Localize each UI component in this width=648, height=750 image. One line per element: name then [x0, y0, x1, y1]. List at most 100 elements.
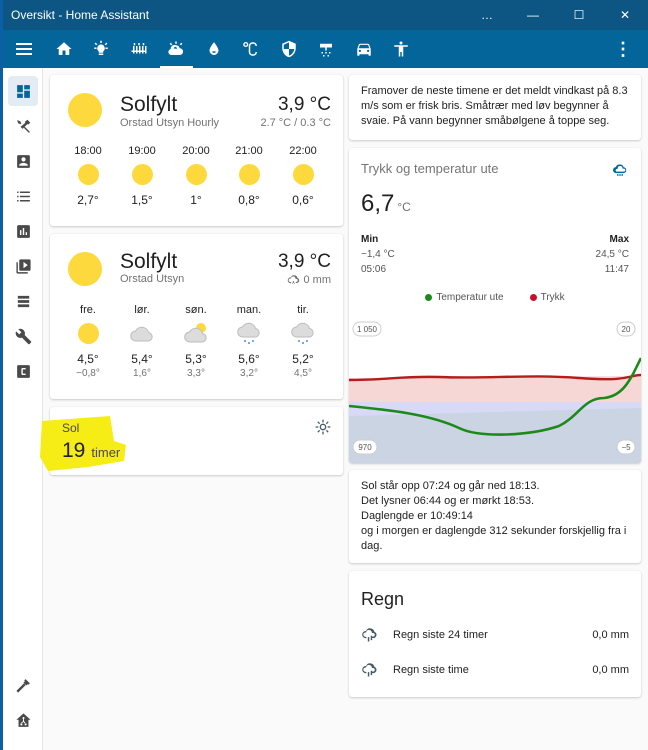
- legend-dot: [425, 294, 433, 301]
- account-box-icon[interactable]: [8, 146, 38, 176]
- minimize-button[interactable]: —: [510, 0, 556, 30]
- menu-icon[interactable]: [3, 30, 45, 68]
- max-value: 24,5 °C: [595, 249, 629, 260]
- axis-left-top: 1 050: [357, 325, 378, 334]
- lightbulb-icon[interactable]: [83, 30, 121, 68]
- calendar-c-icon[interactable]: [8, 356, 38, 386]
- forecast-high: 5,6°: [238, 352, 260, 366]
- media-icon[interactable]: [8, 251, 38, 281]
- legend-label: Trykk: [540, 292, 565, 303]
- tools-icon[interactable]: [8, 111, 38, 141]
- sun-markdown-card: Sol står opp 07:24 og går ned 18:13. Det…: [349, 470, 641, 563]
- entity-value: 19: [62, 439, 86, 462]
- forecast-item: lør. 5,4° 1,6°: [116, 304, 168, 379]
- home-icon[interactable]: [45, 30, 83, 68]
- weather-hourly-card[interactable]: Solfylt Orstad Utsyn Hourly 3,9 °C 2.7 °…: [50, 75, 343, 226]
- sunny-icon: [68, 252, 102, 286]
- card-title: Trykk og temperatur ute: [361, 161, 499, 176]
- sunny-icon: [131, 163, 153, 185]
- wind-markdown-card: Framover de neste timene er det meldt vi…: [349, 75, 641, 140]
- close-button[interactable]: ✕: [602, 0, 648, 30]
- celsius-icon[interactable]: [233, 30, 271, 68]
- pressure-temp-card[interactable]: Trykk og temperatur ute 6,7 °C Min −1,4 …: [349, 148, 641, 463]
- forecast-temp: 1°: [190, 193, 202, 207]
- forecast-time: 19:00: [128, 145, 156, 157]
- legend-item-temperature[interactable]: Temperatur ute: [425, 292, 504, 303]
- forecast-temp: 0,8°: [238, 193, 260, 207]
- weather-entity-name: Orstad Utsyn: [120, 273, 185, 285]
- list-icon[interactable]: [8, 181, 38, 211]
- wind-text: Framover de neste timene er det meldt vi…: [361, 85, 628, 127]
- weather-state: Solfylt: [120, 93, 178, 116]
- min-value: −1,4 °C: [361, 249, 395, 260]
- pressure-temp-graph: 1 050 20 970 −5: [349, 318, 641, 463]
- car-icon[interactable]: [345, 30, 383, 68]
- weather-daily-card[interactable]: Solfylt Orstad Utsyn 3,9 °C 0 mm fre. 4,…: [50, 234, 343, 399]
- weather-precipitation: 0 mm: [287, 274, 331, 286]
- card-title: Regn: [361, 589, 405, 609]
- weather-cloudy-alert-icon: [613, 164, 627, 176]
- human-icon[interactable]: [383, 30, 421, 68]
- axis-left-bottom: 970: [358, 443, 372, 452]
- rain-row-24h[interactable]: Regn siste 24 timer 0,0 mm: [361, 620, 629, 650]
- max-time: 11:47: [604, 264, 629, 275]
- cloudy-icon: [130, 326, 153, 342]
- wrench-icon[interactable]: [8, 321, 38, 351]
- forecast-low: 3,2°: [240, 368, 258, 379]
- weather-icon[interactable]: [158, 30, 196, 68]
- sun-text-line: og i morgen er daglengde 312 sekunder fo…: [361, 525, 627, 552]
- water-drop-icon[interactable]: [195, 30, 233, 68]
- shower-icon[interactable]: [308, 30, 346, 68]
- sidebar: [3, 68, 43, 750]
- weather-entity-name: Orstad Utsyn Hourly: [120, 117, 220, 129]
- sun-hours-card[interactable]: Sol 19 timer: [40, 407, 343, 475]
- forecast-day: tir.: [297, 304, 309, 316]
- sunny-icon: [292, 163, 314, 185]
- axis-right-bottom: −5: [621, 443, 631, 452]
- forecast-high: 5,2°: [292, 352, 314, 366]
- server-icon[interactable]: [8, 286, 38, 316]
- overflow-menu-icon[interactable]: ⋮: [614, 30, 632, 68]
- snowy-icon: [237, 322, 260, 344]
- chart-icon[interactable]: [8, 216, 38, 246]
- forecast-temp: 0,6°: [292, 193, 314, 207]
- chart-legend: Temperatur ute Trykk: [349, 292, 641, 303]
- row-value: 0,0 mm: [592, 664, 629, 676]
- sunny-icon: [185, 163, 207, 185]
- rain-row-1h[interactable]: Regn siste time 0,0 mm: [361, 655, 629, 685]
- weather-temperature: 3,9 °C: [277, 94, 331, 115]
- forecast-temp: 2,7°: [77, 193, 99, 207]
- radiator-icon[interactable]: [120, 30, 158, 68]
- forecast-day: lør.: [134, 304, 150, 316]
- sun-outline-icon: [315, 419, 331, 435]
- forecast-item: 18:00 2,7°: [62, 145, 114, 207]
- forecast-time: 18:00: [74, 145, 102, 157]
- legend-item-pressure[interactable]: Trykk: [529, 292, 565, 303]
- sunny-icon: [77, 322, 99, 344]
- forecast-item: 21:00 0,8°: [223, 145, 275, 207]
- hammer-icon[interactable]: [8, 670, 38, 700]
- sun-text-line: Det lysner 06:44 og er mørkt 18:53.: [361, 495, 535, 507]
- shield-icon[interactable]: [270, 30, 308, 68]
- row-name: Regn siste 24 timer: [393, 629, 488, 641]
- forecast-time: 20:00: [182, 145, 210, 157]
- more-button[interactable]: …: [464, 0, 510, 30]
- forecast-item: tir. 5,2° 4,5°: [277, 304, 329, 379]
- rain-cloud-icon: [362, 663, 377, 677]
- min-block: Min −1,4 °C 05:06: [361, 232, 395, 277]
- forecast-day: man.: [236, 304, 262, 316]
- legend-dot: [529, 294, 537, 301]
- rain-cloud-icon: [362, 628, 377, 642]
- temperature-value: 6,7: [361, 190, 395, 217]
- forecast-day: fre.: [80, 304, 96, 316]
- entity-unit: timer: [91, 445, 121, 460]
- forecast-item: 19:00 1,5°: [116, 145, 168, 207]
- sun-text-line: Sol står opp 07:24 og går ned 18:13.: [361, 480, 540, 492]
- home-assistant-icon[interactable]: [8, 705, 38, 735]
- rain-cloud-icon: [287, 275, 299, 285]
- snowy-icon: [291, 322, 314, 344]
- entity-name: Sol: [62, 421, 80, 435]
- dashboard-icon[interactable]: [8, 76, 38, 106]
- partly-cloudy-icon: [184, 323, 207, 343]
- maximize-button[interactable]: ☐: [556, 0, 602, 30]
